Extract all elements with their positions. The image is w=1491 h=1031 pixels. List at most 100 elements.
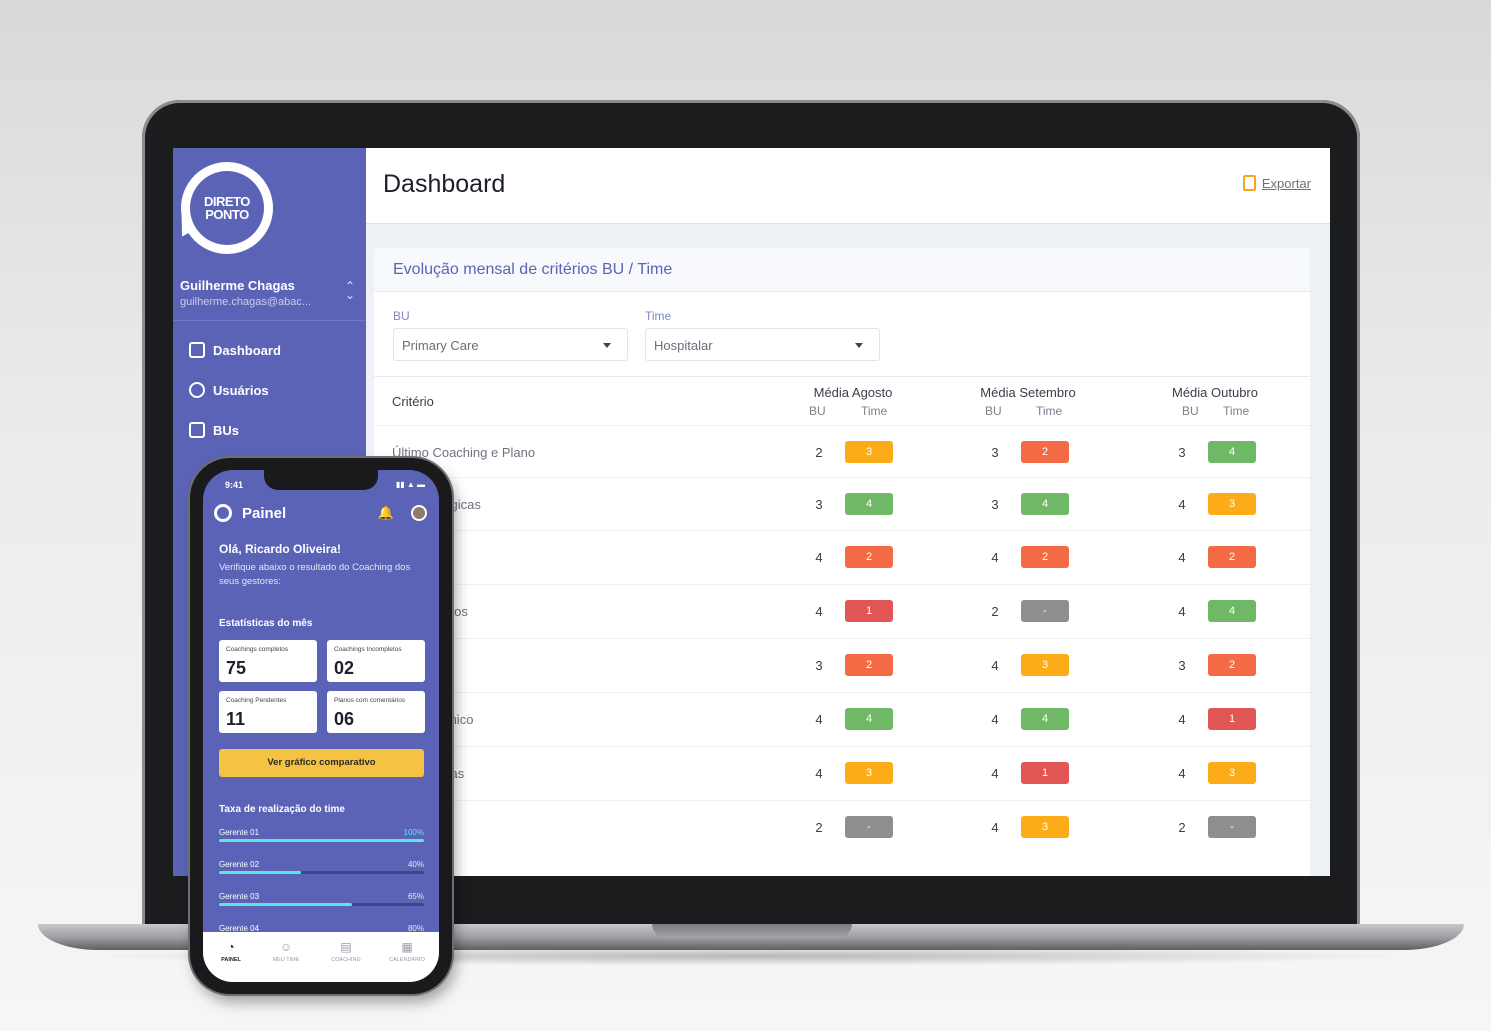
main-content: Dashboard Exportar Evolução mensal de cr… <box>366 148 1330 876</box>
bu-score: 3 <box>815 497 823 512</box>
time-score-badge: 2 <box>845 546 893 568</box>
greeting-subtitle: Verifique abaixo o resultado do Coaching… <box>219 562 411 587</box>
signal-battery-icon: ▮▮ ▲ ▬ <box>395 480 425 489</box>
sidebar-item-label: BUs <box>213 422 240 438</box>
user-icon: ☺ <box>279 940 293 954</box>
sidebar-item-label: Dashboard <box>213 342 281 358</box>
table-row: tas424242 <box>374 530 1310 584</box>
bu-score: 4 <box>1178 712 1186 727</box>
card-title: Evolução mensal de critérios BU / Time <box>393 261 673 278</box>
time-score-badge: 4 <box>1208 441 1256 463</box>
clipboard-icon: ▤ <box>340 940 352 954</box>
bu-score: 4 <box>815 712 823 727</box>
time-score-badge: 3 <box>1208 493 1256 515</box>
bu-score: 4 <box>1178 604 1186 619</box>
stat-value: 02 <box>334 658 355 678</box>
export-button[interactable]: Exportar <box>1242 175 1311 191</box>
time-score-badge: 1 <box>1021 762 1069 784</box>
stat-card[interactable]: Coachings completos 75 <box>219 640 317 682</box>
sidebar-item-dashboard[interactable]: Dashboard <box>189 342 281 358</box>
manager-name: Gerente 02 <box>219 860 260 869</box>
file-export-icon <box>1242 175 1256 191</box>
time-score-badge: 3 <box>845 441 893 463</box>
sidebar-item-usuarios[interactable]: Usuários <box>189 382 269 398</box>
bu-score: 4 <box>991 550 999 565</box>
progress-fill <box>219 903 353 906</box>
time-score-badge: - <box>845 816 893 838</box>
rate-title: Taxa de realização do time <box>219 804 345 815</box>
time-score-badge: 3 <box>1021 816 1069 838</box>
user-email: guilherme.chagas@abac... <box>180 296 312 308</box>
manager-progress: Gerente 01 100% <box>219 828 424 844</box>
bu-select[interactable]: Primary Care <box>393 328 628 361</box>
export-label: Exportar <box>1261 175 1311 191</box>
bu-score: 4 <box>991 820 999 835</box>
tab-meu-time[interactable]: ☺ MEU TIME <box>261 940 311 963</box>
time-score-badge: 4 <box>1208 600 1256 622</box>
bu-score: 4 <box>815 550 823 565</box>
table-row: es Estratégicas343443 <box>374 477 1310 531</box>
avatar[interactable] <box>411 505 427 521</box>
bu-score: 2 <box>1178 820 1186 835</box>
time-select-value: Hospitalar <box>654 338 713 353</box>
time-score-badge: - <box>1021 600 1069 622</box>
time-score-badge: 3 <box>1021 654 1069 676</box>
stat-card[interactable]: Coachings Incompletos 02 <box>327 640 425 682</box>
bu-score: 2 <box>991 604 999 619</box>
time-select[interactable]: Hospitalar <box>645 328 880 361</box>
tab-calendario[interactable]: ▦ CALENDÁRIO <box>382 940 432 963</box>
laptop-notch <box>652 924 852 938</box>
subheader-bu: BU <box>1182 404 1199 418</box>
user-name: Guilherme Chagas <box>180 278 295 293</box>
bu-score: 3 <box>1178 658 1186 673</box>
criteria-card: Evolução mensal de critérios BU / Time B… <box>374 248 1310 876</box>
sidebar-item-label: Usuários <box>213 382 269 398</box>
comparative-chart-button[interactable]: Ver gráfico comparativo <box>219 749 424 777</box>
stat-value: 06 <box>334 709 355 729</box>
phone-title: Painel <box>242 505 287 522</box>
logo[interactable]: DIRETO PONTO <box>181 162 273 254</box>
bu-score: 4 <box>991 766 999 781</box>
time-score-badge: 1 <box>845 600 893 622</box>
table-divider <box>374 376 1310 377</box>
logo-mark: DIRETO PONTO <box>190 171 264 245</box>
greeting: Olá, Ricardo Oliveira! <box>219 542 342 556</box>
column-header-setembro: Média Setembro <box>980 385 1076 400</box>
time-score-badge: 3 <box>1208 762 1256 784</box>
chevron-updown-icon[interactable]: ⌃ ⌄ <box>345 280 355 301</box>
manager-name: Gerente 01 <box>219 828 260 837</box>
bell-icon[interactable]: 🔔 <box>378 505 394 521</box>
sidebar-item-bus[interactable]: BUs <box>189 422 239 438</box>
sidebar-divider <box>173 320 366 321</box>
table-row: e Resultados412-44 <box>374 584 1310 638</box>
briefcase-icon <box>189 422 205 438</box>
tab-label: PAINEL <box>221 957 241 963</box>
tab-painel[interactable]: ◔ PAINEL <box>206 940 256 963</box>
tab-coaching[interactable]: ▤ COACHING <box>321 940 371 963</box>
bu-score: 2 <box>815 445 823 460</box>
time-score-badge: 2 <box>1021 546 1069 568</box>
logo-line2: PONTO <box>205 207 249 222</box>
bu-score: 4 <box>815 766 823 781</box>
column-header-agosto: Média Agosto <box>813 385 893 400</box>
manager-percent: 65% <box>407 892 424 901</box>
time-score-badge: 2 <box>1021 441 1069 463</box>
bu-score: 4 <box>991 658 999 673</box>
stat-card[interactable]: Coaching Pendentes 11 <box>219 691 317 733</box>
caret-down-icon <box>603 343 611 348</box>
time-score-badge: 3 <box>845 762 893 784</box>
phone-screen: 9:41 ▮▮ ▲ ▬ Painel 🔔 Olá, Ricardo Olivei… <box>203 470 439 982</box>
stat-card[interactable]: Planos com comentários 06 <box>327 691 425 733</box>
time-score-badge: 4 <box>845 708 893 730</box>
table-row: ento324332 <box>374 638 1310 692</box>
tab-label: MEU TIME <box>272 957 300 963</box>
time-score-badge: - <box>1208 816 1256 838</box>
stat-label: Coaching Pendentes <box>226 697 287 704</box>
subheader-bu: BU <box>985 404 1002 418</box>
column-header-criterio: Critério <box>392 394 434 409</box>
bu-score: 4 <box>815 604 823 619</box>
time-score-badge: 2 <box>1208 654 1256 676</box>
time-filter-label: Time <box>645 309 672 323</box>
caret-down-icon <box>855 343 863 348</box>
time-score-badge: 2 <box>845 654 893 676</box>
